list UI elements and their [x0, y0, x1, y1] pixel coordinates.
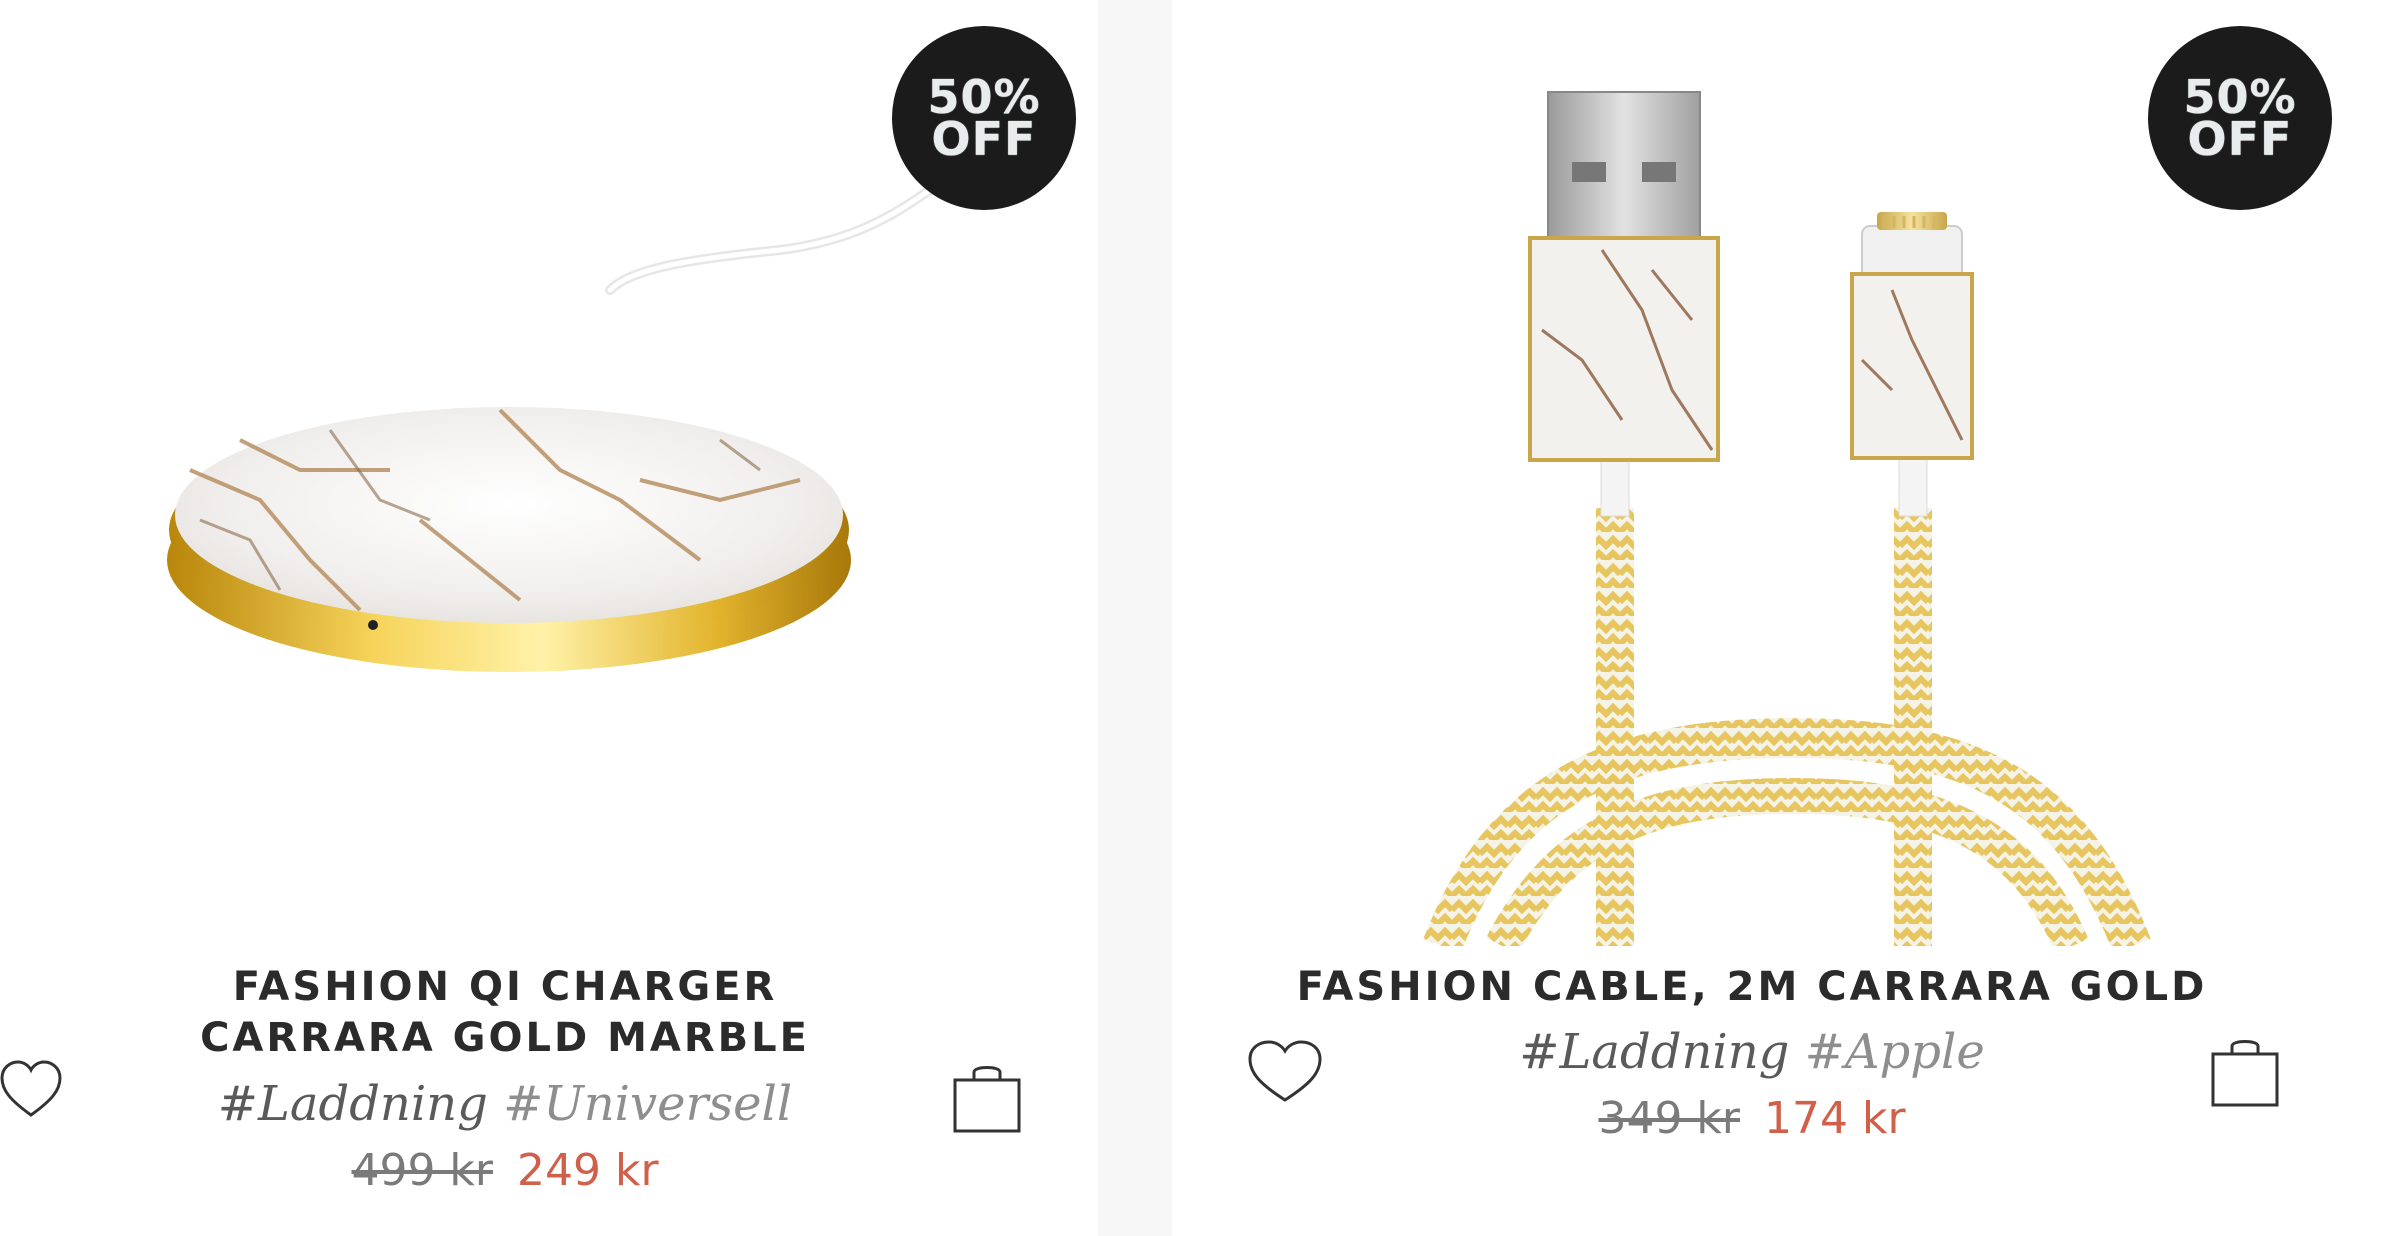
sale-price: 174 kr [1764, 1093, 1906, 1144]
product-tags: #Laddning #Apple [1352, 1024, 2152, 1080]
discount-badge: 50% OFF [2148, 26, 2332, 210]
discount-badge: 50% OFF [892, 26, 1076, 210]
product-title[interactable]: FASHION CABLE, 2M CARRARA GOLD [1232, 962, 2272, 1013]
heart-icon[interactable] [0, 1060, 62, 1122]
tag-link[interactable]: #Laddning [218, 1076, 488, 1132]
heart-icon[interactable] [1248, 1040, 1322, 1104]
product-card-qi-charger[interactable]: 50% OFF FASHION QI CHARGER CARRARA GOLD … [0, 0, 1098, 1236]
product-card-cable[interactable]: 50% OFF FASHION CABLE, 2M CARRARA GOLD #… [1172, 0, 2398, 1236]
tag-link[interactable]: #Universell [503, 1076, 792, 1132]
price-row: 349 kr 174 kr [1352, 1092, 2152, 1146]
tag-link[interactable]: #Laddning [1519, 1024, 1789, 1080]
product-tags: #Laddning #Universell [130, 1076, 880, 1132]
shopping-bag-icon[interactable] [2210, 1036, 2280, 1108]
tag-link[interactable]: #Apple [1805, 1024, 1985, 1080]
product-grid: 50% OFF FASHION QI CHARGER CARRARA GOLD … [0, 0, 2398, 1236]
original-price: 499 kr [351, 1145, 493, 1196]
shopping-bag-icon[interactable] [952, 1062, 1022, 1134]
original-price: 349 kr [1598, 1093, 1740, 1144]
price-row: 499 kr 249 kr [130, 1144, 880, 1198]
product-title[interactable]: FASHION QI CHARGER CARRARA GOLD MARBLE [120, 962, 890, 1064]
badge-off: OFF [2187, 112, 2293, 166]
sale-price: 249 kr [517, 1145, 659, 1196]
badge-off: OFF [931, 112, 1037, 166]
